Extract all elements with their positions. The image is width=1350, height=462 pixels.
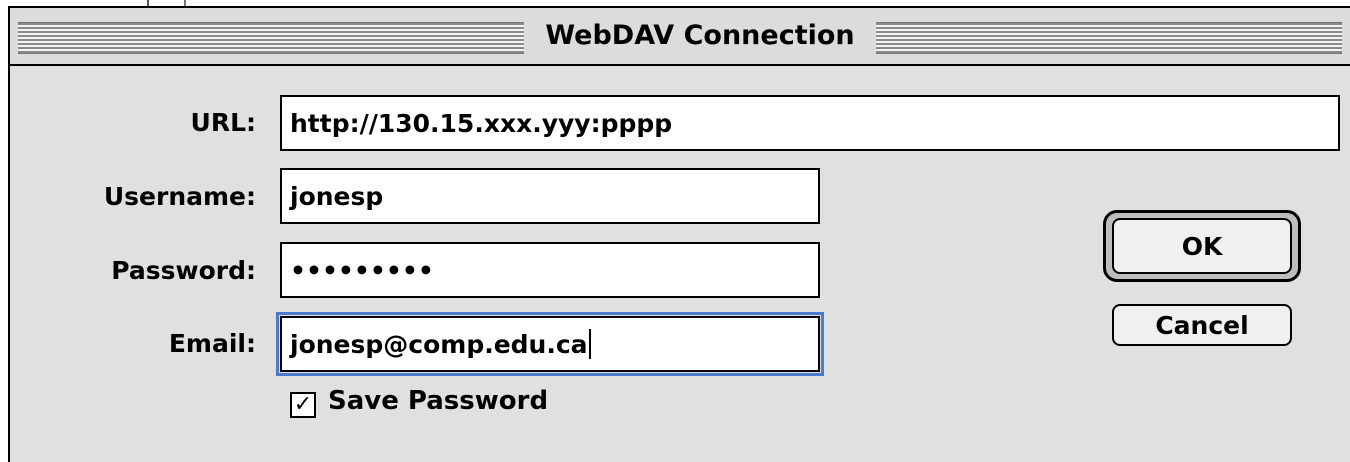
save-password-checkbox[interactable]: ✓ [290, 392, 316, 418]
cancel-button[interactable]: Cancel [1112, 304, 1292, 346]
title-bar[interactable]: WebDAV Connection [10, 8, 1350, 66]
username-label: Username: [103, 182, 256, 211]
password-field[interactable]: ••••••••• [280, 242, 820, 298]
ok-button[interactable]: OK [1112, 218, 1292, 274]
url-value: http://130.15.xxx.yyy:pppp [290, 108, 673, 138]
email-label: Email: [168, 329, 256, 358]
window-title: WebDAV Connection [524, 16, 876, 56]
username-field[interactable]: jonesp [280, 168, 820, 224]
username-value: jonesp [290, 181, 384, 211]
save-password-label[interactable]: Save Password [328, 386, 548, 416]
text-caret [588, 329, 591, 359]
title-bar-stripes-right [876, 22, 1342, 54]
password-value: ••••••••• [290, 255, 434, 285]
email-field[interactable]: jonesp@comp.edu.ca [276, 312, 824, 376]
url-field[interactable]: http://130.15.xxx.yyy:pppp [280, 95, 1340, 151]
title-bar-stripes-left [18, 22, 524, 54]
email-value: jonesp@comp.edu.ca [290, 329, 588, 359]
password-label: Password: [111, 256, 256, 285]
url-label: URL: [190, 108, 256, 137]
